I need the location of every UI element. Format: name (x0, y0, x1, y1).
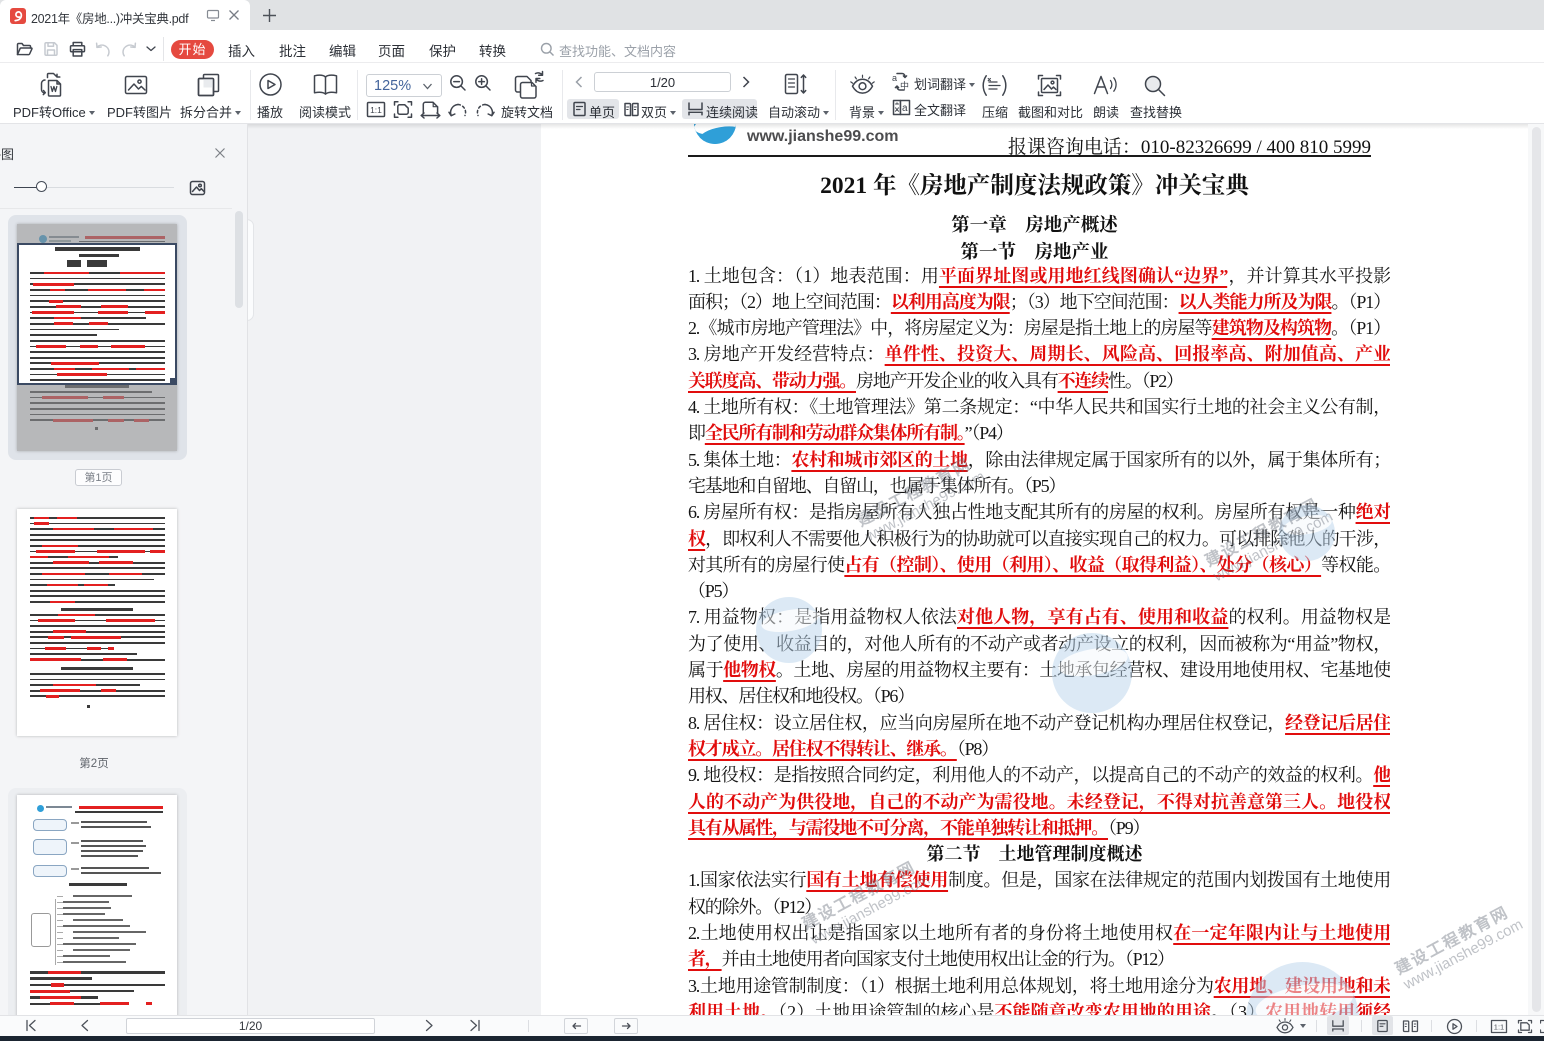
svg-text:1:1: 1:1 (1494, 1022, 1504, 1031)
svg-text:a: a (902, 103, 908, 114)
svg-text:1:1: 1:1 (370, 105, 382, 115)
svg-text:a: a (892, 73, 897, 83)
